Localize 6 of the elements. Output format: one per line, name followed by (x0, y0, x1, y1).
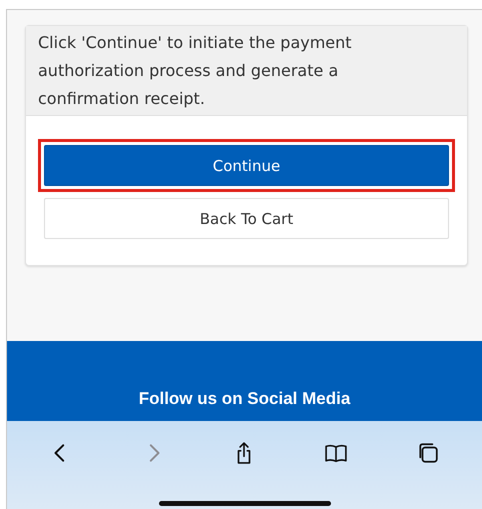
book-icon[interactable] (325, 442, 348, 464)
instruction-text: Click 'Continue' to initiate the payment authorization process and generate a confirmation receipt. (38, 32, 353, 110)
back-to-cart-button[interactable]: Back To Cart (44, 198, 449, 239)
continue-button[interactable]: Continue (44, 145, 449, 186)
tabs-icon[interactable] (417, 442, 440, 464)
footer-heading: Follow us on Social Media (138, 389, 350, 410)
